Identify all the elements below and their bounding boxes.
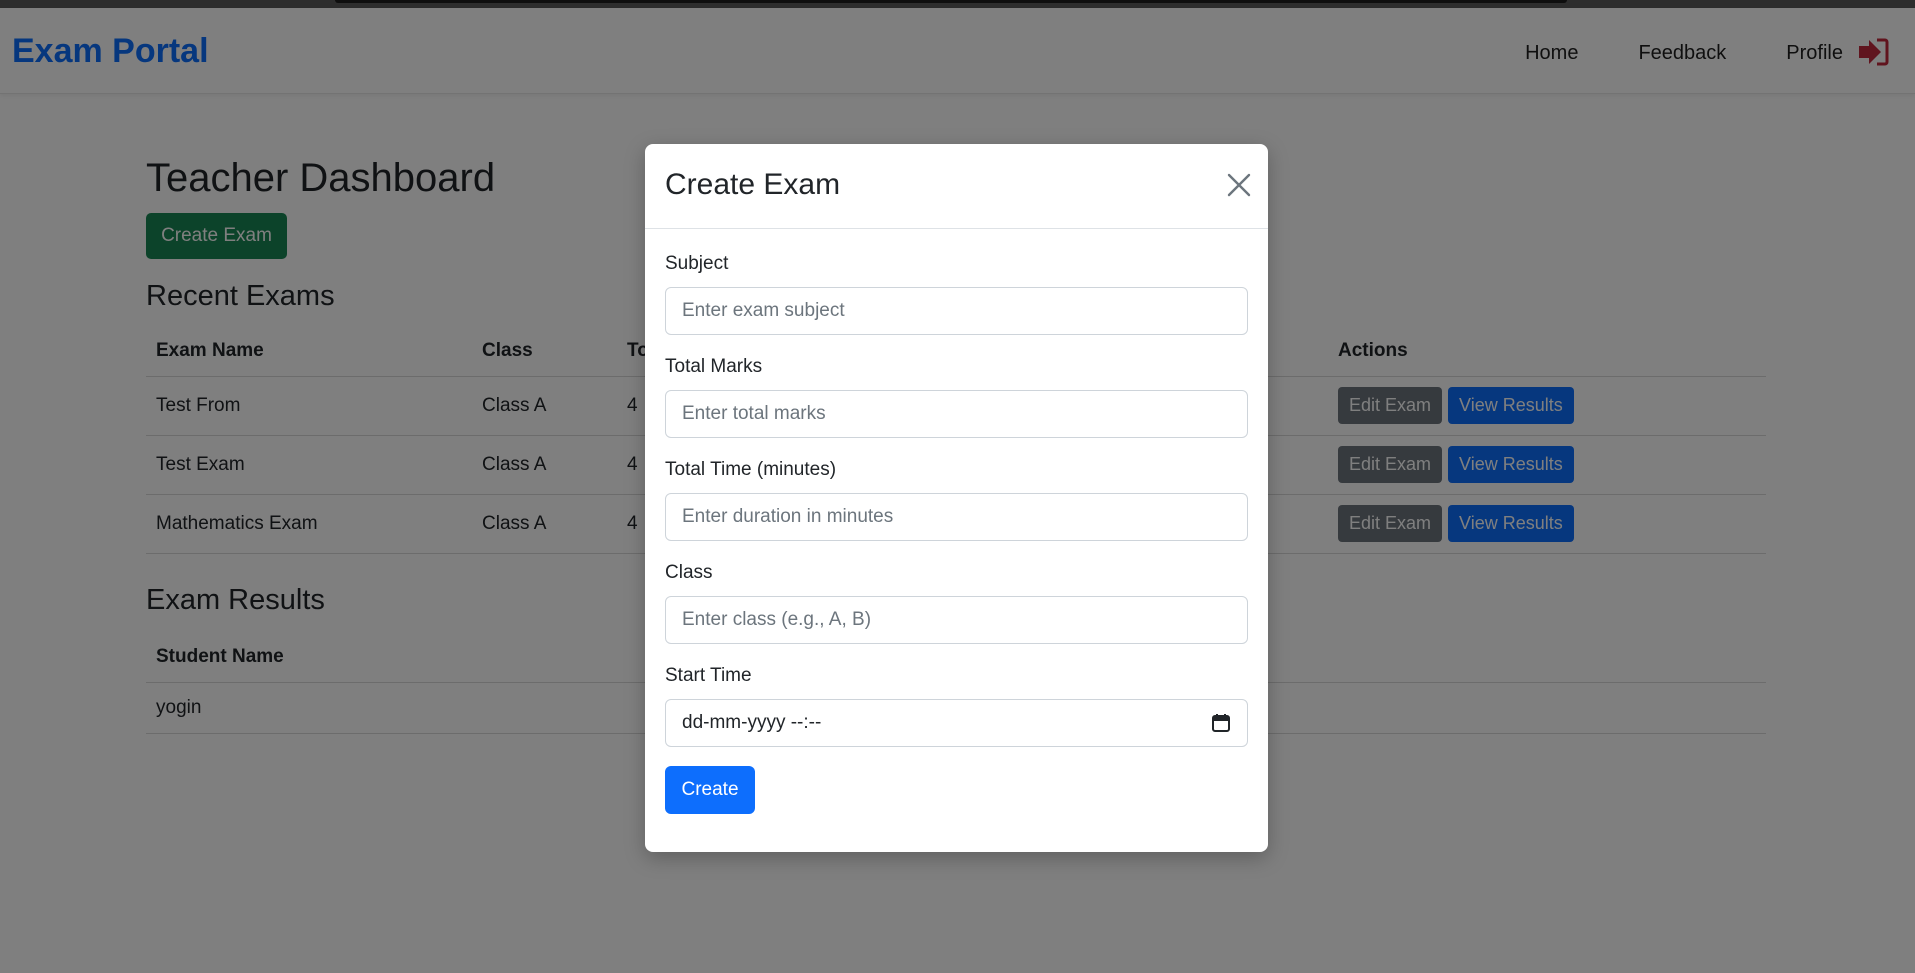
create-submit-button[interactable]: Create xyxy=(665,766,755,814)
total-time-input[interactable] xyxy=(665,493,1248,541)
start-time-label: Start Time xyxy=(665,665,752,686)
modal-body: Subject Total Marks Total Time (minutes)… xyxy=(645,229,1268,814)
total-marks-input[interactable] xyxy=(665,390,1248,438)
class-label: Class xyxy=(665,562,713,583)
modal-title: Create Exam xyxy=(665,168,841,201)
close-icon[interactable] xyxy=(1226,172,1252,198)
subject-input[interactable] xyxy=(665,287,1248,335)
subject-label: Subject xyxy=(665,253,729,274)
start-time-input[interactable]: dd-mm-yyyy --:-- xyxy=(665,699,1248,747)
total-time-label: Total Time (minutes) xyxy=(665,459,837,480)
start-time-value: dd-mm-yyyy --:-- xyxy=(682,712,822,733)
calendar-icon[interactable] xyxy=(1211,713,1231,733)
create-exam-modal: Create Exam Subject Total Marks Total Ti… xyxy=(645,144,1268,852)
modal-header: Create Exam xyxy=(645,144,1268,229)
total-marks-label: Total Marks xyxy=(665,356,763,377)
class-input[interactable] xyxy=(665,596,1248,644)
